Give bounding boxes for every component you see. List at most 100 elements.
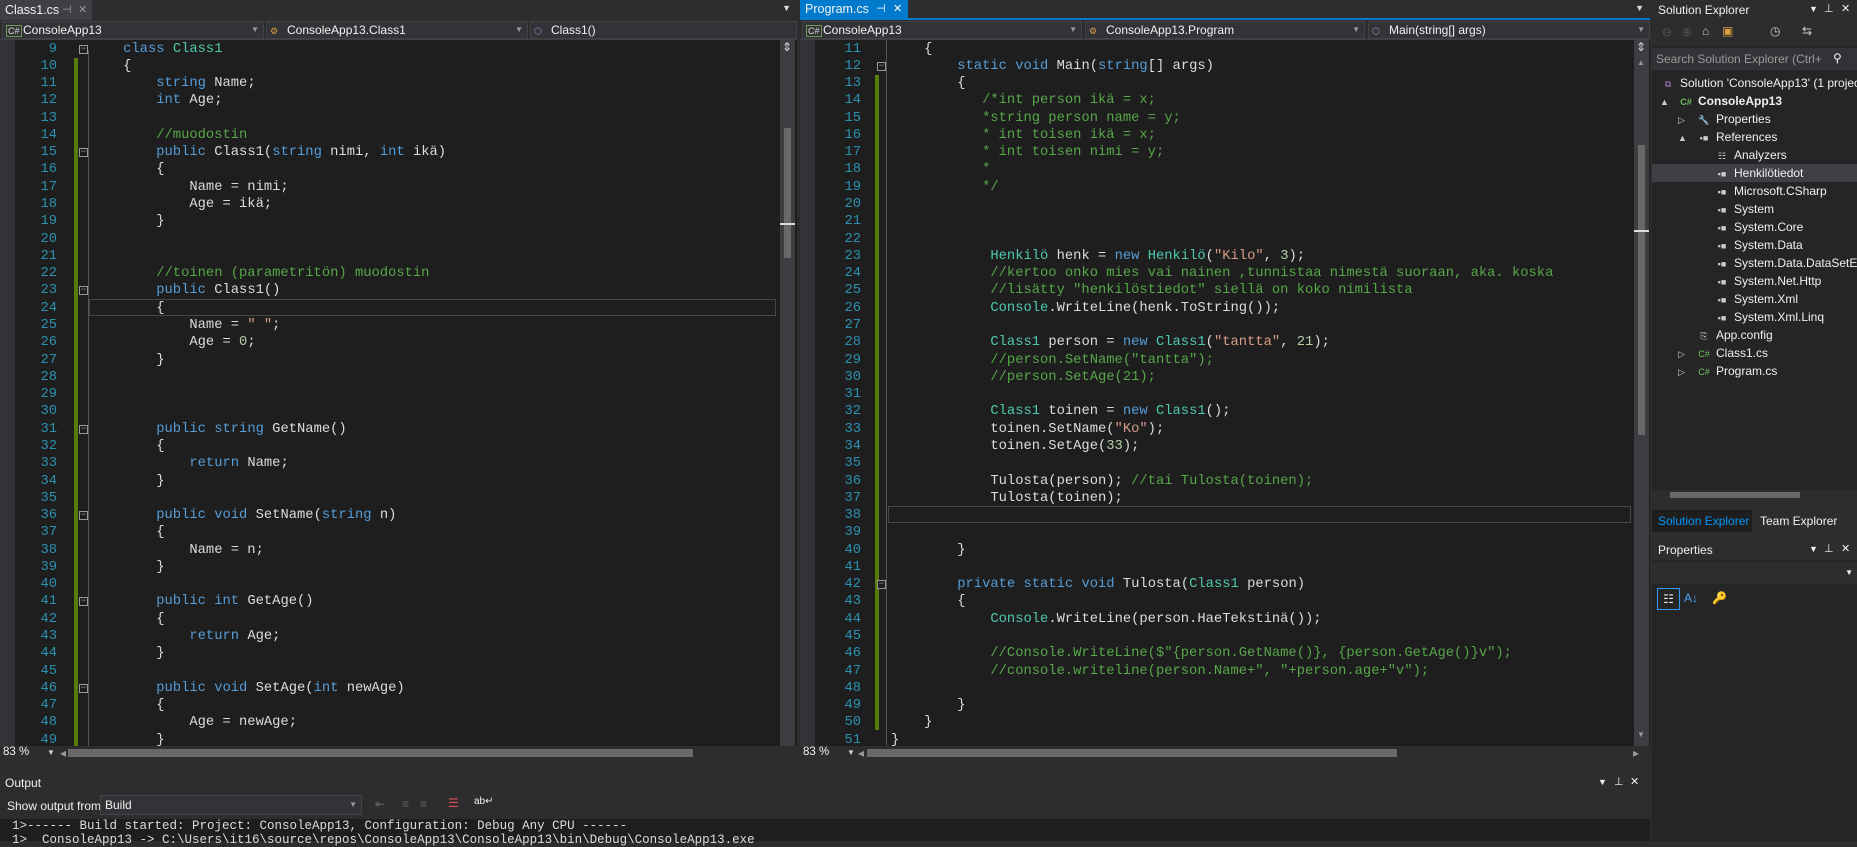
code-line[interactable]: 16 { xyxy=(0,161,797,178)
code-line[interactable]: 11 string Name; xyxy=(0,75,797,92)
tab-overflow-icon[interactable]: ▼ xyxy=(782,3,791,13)
scroll-thumb[interactable] xyxy=(784,128,791,258)
collapse-icon[interactable]: − xyxy=(79,511,88,521)
code-line[interactable]: 21 xyxy=(0,248,797,265)
tree-item[interactable]: ▪■ Henkilötiedot xyxy=(1652,164,1857,182)
code-line[interactable]: 37 Tulosta(toinen); xyxy=(800,490,1650,507)
solution-search-input[interactable]: Search Solution Explorer (Ctrl+ ⚲ xyxy=(1652,48,1857,70)
code-line[interactable]: 13 { xyxy=(800,75,1650,92)
code-line[interactable]: 17 * int toisen nimi = y; xyxy=(800,144,1650,161)
code-line[interactable]: 15 *string person name = y; xyxy=(800,110,1650,127)
expand-icon[interactable]: ▷ xyxy=(1678,363,1685,381)
code-line[interactable]: 33 return Name; xyxy=(0,455,797,472)
code-line[interactable]: 24 //kertoo onko mies vai nainen ,tunnis… xyxy=(800,265,1650,282)
scroll-up-icon[interactable]: ▲ xyxy=(1637,58,1645,67)
code-line[interactable]: 30 xyxy=(0,403,797,420)
code-line[interactable]: 46 //Console.WriteLine($"{person.GetName… xyxy=(800,645,1650,662)
code-line[interactable]: 13 xyxy=(0,110,797,127)
code-line[interactable]: 42 { xyxy=(0,611,797,628)
tree-item[interactable]: ▷ C# Class1.cs xyxy=(1652,344,1857,362)
collapse-icon[interactable]: − xyxy=(877,61,886,71)
code-line[interactable]: 19 } xyxy=(0,213,797,230)
horizontal-scroll-thumb[interactable] xyxy=(867,749,1397,757)
code-line[interactable]: 20 xyxy=(0,231,797,248)
pin-icon[interactable]: ⊣ xyxy=(876,0,886,18)
code-line[interactable]: 11 { xyxy=(800,41,1650,58)
code-line[interactable]: 26 Console.WriteLine(henk.ToString()); xyxy=(800,300,1650,317)
collapse-icon[interactable]: − xyxy=(79,597,88,607)
pin-icon[interactable]: ⊣ xyxy=(62,0,72,20)
code-line[interactable]: 32 { xyxy=(0,438,797,455)
code-line[interactable]: 20 xyxy=(800,196,1650,213)
code-line[interactable]: 49 } xyxy=(0,732,797,746)
collapse-icon[interactable]: ▲ xyxy=(1678,129,1687,147)
tab-class1-cs[interactable]: Class1.cs ⊣ ✕ xyxy=(0,0,92,20)
tree-item[interactable]: ▪■ System.Data xyxy=(1652,236,1857,254)
code-line[interactable]: 27 } xyxy=(0,352,797,369)
zoom-level[interactable]: 83 % xyxy=(803,746,829,758)
code-line[interactable]: 45 xyxy=(0,663,797,680)
collapse-icon[interactable]: − xyxy=(79,286,88,296)
code-line[interactable]: 28 xyxy=(0,369,797,386)
code-line[interactable]: 33 toinen.SetName("Ko"); xyxy=(800,421,1650,438)
scroll-right-icon[interactable]: ▸ xyxy=(1633,746,1639,760)
code-line[interactable]: 25 Name = " "; xyxy=(0,317,797,334)
tab-program-cs[interactable]: Program.cs ⊣ ✕ xyxy=(800,0,908,18)
next-message-icon[interactable]: ≡ xyxy=(420,797,427,811)
code-line[interactable]: 48 Age = newAge; xyxy=(0,714,797,731)
scroll-thumb[interactable] xyxy=(1638,145,1645,435)
scroll-left-icon[interactable]: ◂ xyxy=(60,746,66,760)
tree-horizontal-scrollbar[interactable] xyxy=(1652,490,1857,500)
code-line[interactable]: 22 //toinen (parametritön) muodostin xyxy=(0,265,797,282)
collapse-icon[interactable]: ▲ xyxy=(1660,93,1669,111)
collapse-icon[interactable]: − xyxy=(79,683,88,693)
code-line[interactable]: 29 xyxy=(0,386,797,403)
sync-icon[interactable]: ⇆ xyxy=(1802,24,1812,38)
pin-icon[interactable]: ⊥ xyxy=(1614,775,1624,788)
code-line[interactable]: 30 //person.SetAge(21); xyxy=(800,369,1650,386)
code-line[interactable]: 10 { xyxy=(0,58,797,75)
tree-item[interactable]: ⧉ Solution 'ConsoleApp13' (1 project) xyxy=(1652,74,1857,92)
code-line[interactable]: 19 */ xyxy=(800,179,1650,196)
code-line[interactable]: 15 public Class1(string nimi, int ikä) − xyxy=(0,144,797,161)
close-icon[interactable]: ✕ xyxy=(1630,775,1639,788)
output-source-dropdown[interactable]: Build ▼ xyxy=(100,795,362,815)
code-line[interactable]: 23 Henkilö henk = new Henkilö("Kilo", 3)… xyxy=(800,248,1650,265)
code-line[interactable]: 40 xyxy=(0,576,797,593)
tree-item[interactable]: ▪■ System xyxy=(1652,200,1857,218)
code-line[interactable]: 45 xyxy=(800,628,1650,645)
member-dropdown[interactable]: ⬡ Main(string[] args) ▼ xyxy=(1368,21,1650,39)
code-line[interactable]: 51} xyxy=(800,732,1650,746)
tree-item[interactable]: ▲ ▪■ References xyxy=(1652,128,1857,146)
tree-item[interactable]: ▷ 🔧 Properties xyxy=(1652,110,1857,128)
code-line[interactable]: 41 public int GetAge() − xyxy=(0,593,797,610)
scroll-thumb[interactable] xyxy=(1670,492,1800,498)
code-line[interactable]: 46 public void SetAge(int newAge) − xyxy=(0,680,797,697)
code-line[interactable]: 23 public Class1() − xyxy=(0,282,797,299)
tab-overflow-icon[interactable]: ▼ xyxy=(1635,3,1644,13)
categorized-icon[interactable]: ☷ xyxy=(1657,588,1680,610)
code-line[interactable]: 37 { xyxy=(0,524,797,541)
code-line[interactable]: 26 Age = 0; xyxy=(0,334,797,351)
tree-item[interactable]: ▪■ System.Core xyxy=(1652,218,1857,236)
code-line[interactable]: 9 class Class1− xyxy=(0,41,797,58)
chevron-down-icon[interactable]: ▼ xyxy=(847,748,855,757)
split-icon[interactable]: ⇕ xyxy=(1636,40,1646,54)
previous-message-icon[interactable]: ≡ xyxy=(402,797,409,811)
tree-item[interactable]: ▲ C# ConsoleApp13 xyxy=(1652,92,1857,110)
code-line[interactable]: 24 { xyxy=(0,300,797,317)
code-line[interactable]: 28 Class1 person = new Class1("tantta", … xyxy=(800,334,1650,351)
property-pages-icon[interactable]: 🔑 xyxy=(1712,591,1727,605)
expand-icon[interactable]: ▷ xyxy=(1678,111,1685,129)
code-line[interactable]: 18 Age = ikä; xyxy=(0,196,797,213)
code-line[interactable]: 16 * int toisen ikä = x; xyxy=(800,127,1650,144)
code-line[interactable]: 18 * xyxy=(800,161,1650,178)
tree-item[interactable]: ▪■ Microsoft.CSharp xyxy=(1652,182,1857,200)
code-line[interactable]: 49 } xyxy=(800,697,1650,714)
vertical-scrollbar[interactable]: ⇕ ▲ ▼ xyxy=(1634,40,1649,746)
back-icon[interactable]: ⊖ xyxy=(1662,25,1672,39)
split-icon[interactable]: ⇕ xyxy=(782,40,792,54)
code-line[interactable]: 14 /*int person ikä = x; xyxy=(800,92,1650,109)
tab-team-explorer[interactable]: Team Explorer xyxy=(1754,510,1854,532)
code-line[interactable]: 43 return Age; xyxy=(0,628,797,645)
